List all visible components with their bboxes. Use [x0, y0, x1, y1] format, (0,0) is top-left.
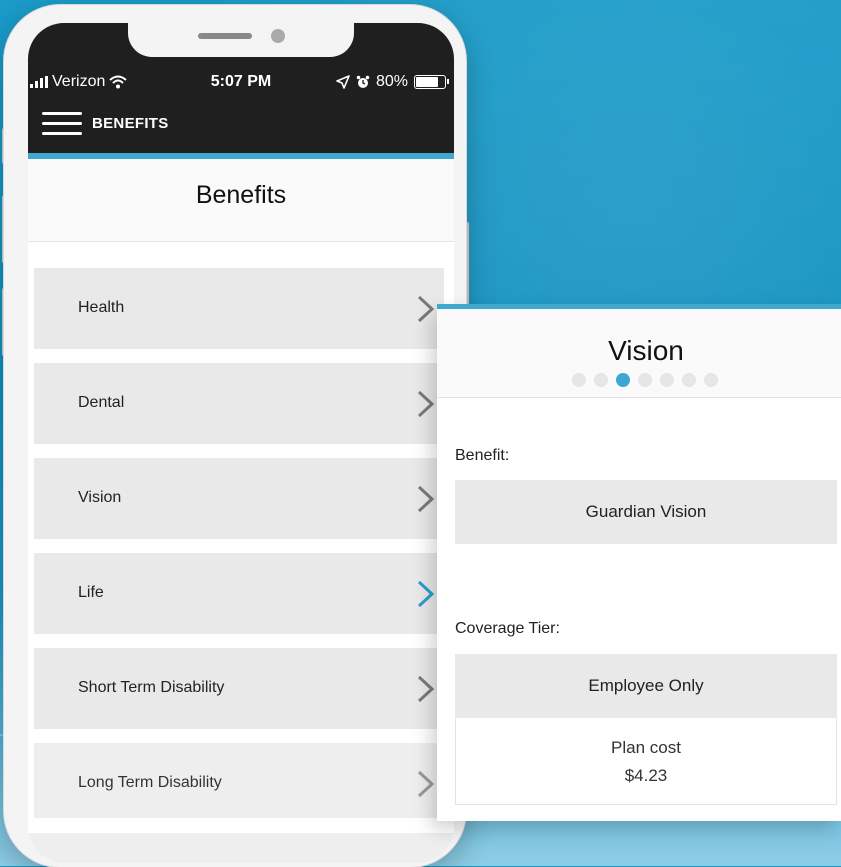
list-item-short-term-disability[interactable]: Short Term Disability — [34, 648, 444, 729]
coverage-tier-select[interactable]: Employee Only — [455, 654, 837, 718]
vision-detail-card: Vision Benefit: Guardian Vision Coverage… — [437, 304, 841, 821]
phone-frame: Verizon 5:07 PM 80% BENEFITS Benefits He… — [4, 5, 466, 867]
battery-percent: 80% — [375, 73, 408, 90]
benefit-label: Benefit: — [455, 447, 510, 464]
page-dot[interactable] — [572, 373, 586, 387]
plan-cost-value: $4.23 — [624, 766, 668, 785]
page-dot[interactable] — [660, 373, 674, 387]
list-item-vision[interactable]: Vision — [34, 458, 444, 539]
location-arrow-icon — [336, 75, 350, 89]
page-dot[interactable] — [594, 373, 608, 387]
list-item-label: Health — [78, 299, 125, 316]
chevron-right-icon — [417, 770, 435, 798]
app-header: BENEFITS — [28, 99, 454, 159]
page-indicator — [572, 373, 718, 387]
chevron-right-icon — [417, 675, 435, 703]
battery-icon — [414, 75, 449, 89]
list-item-label: Short Term Disability — [78, 679, 225, 696]
benefit-value: Guardian Vision — [585, 502, 707, 521]
coverage-tier-label: Coverage Tier: — [455, 620, 560, 637]
alarm-icon — [356, 75, 370, 88]
chevron-right-icon — [417, 390, 435, 418]
chevron-right-icon — [417, 485, 435, 513]
list-item-label: Vision — [78, 489, 122, 506]
status-right: 80% — [336, 73, 449, 91]
card-title: Vision — [608, 335, 684, 366]
plan-cost-label: Plan cost — [611, 738, 681, 757]
page-title: Benefits — [195, 181, 287, 209]
phone-notch — [128, 23, 354, 57]
list-item-partial — [28, 833, 454, 863]
list-item-dental[interactable]: Dental — [34, 363, 444, 444]
benefits-list: Health Dental Vision Life Short Term Dis… — [34, 268, 444, 832]
coverage-tier-value: Employee Only — [588, 676, 704, 695]
card-header: Vision — [437, 309, 841, 398]
battery-fill — [416, 77, 439, 87]
list-item-health[interactable]: Health — [34, 268, 444, 349]
list-item-life[interactable]: Life — [34, 553, 444, 634]
list-item-label: Dental — [78, 394, 125, 411]
list-item-label: Long Term Disability — [78, 774, 222, 791]
page-dot-active[interactable] — [616, 373, 630, 387]
phone-screen: Verizon 5:07 PM 80% BENEFITS Benefits He… — [28, 23, 454, 863]
page-header: Benefits — [28, 159, 454, 242]
plan-cost-box: Plan cost $4.23 — [455, 718, 837, 805]
hamburger-menu-icon[interactable] — [42, 109, 84, 139]
page-dot[interactable] — [682, 373, 696, 387]
chevron-right-icon — [417, 580, 435, 608]
speaker-grill — [198, 33, 252, 39]
benefit-select[interactable]: Guardian Vision — [455, 480, 837, 544]
header-title: BENEFITS — [92, 115, 169, 132]
list-item-long-term-disability[interactable]: Long Term Disability — [34, 743, 444, 818]
chevron-right-icon — [417, 295, 435, 323]
list-item-label: Life — [78, 584, 104, 601]
page-dot[interactable] — [638, 373, 652, 387]
front-camera — [271, 29, 285, 43]
page-dot[interactable] — [704, 373, 718, 387]
status-bar: Verizon 5:07 PM 80% — [28, 23, 454, 99]
